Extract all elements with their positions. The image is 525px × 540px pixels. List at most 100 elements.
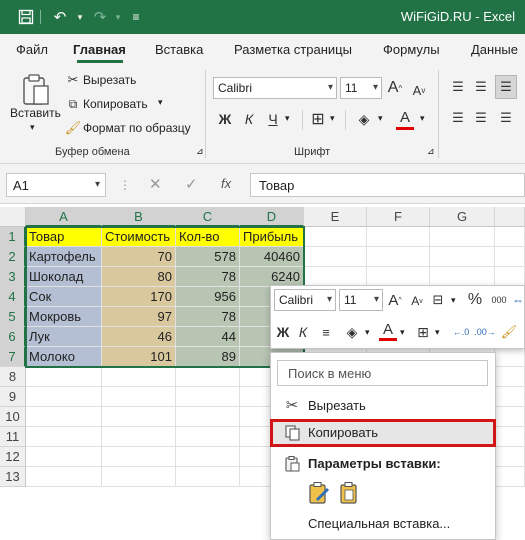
shrink-font-icon[interactable]: Av [410, 79, 428, 101]
name-box[interactable]: A1 ▾ [6, 173, 106, 197]
copy-icon[interactable]: ⧉ [66, 96, 80, 112]
row-header-11[interactable]: 11 [0, 427, 26, 447]
font-color-dropdown-icon[interactable]: ▾ [420, 113, 425, 124]
tab-formulas[interactable]: Формулы [383, 42, 440, 57]
cell[interactable] [176, 447, 240, 467]
cell[interactable] [430, 227, 495, 247]
column-header-b[interactable]: B [102, 207, 176, 227]
column-header-g[interactable]: G [430, 207, 495, 227]
column-header-partial[interactable] [495, 207, 525, 227]
cell[interactable]: Шоколад [26, 267, 102, 287]
redo-icon[interactable]: ↷ [90, 7, 110, 27]
underline-button[interactable]: Ч [264, 108, 282, 130]
mini-bold-button[interactable]: Ж [275, 322, 291, 342]
cell[interactable] [176, 467, 240, 487]
cell[interactable] [304, 247, 367, 267]
align-bottom-icon[interactable]: ☰ [495, 75, 517, 99]
cell[interactable] [102, 387, 176, 407]
align-middle-icon[interactable]: ☰ [472, 77, 490, 97]
cell[interactable] [176, 367, 240, 387]
column-header-f[interactable]: F [367, 207, 430, 227]
row-header-3[interactable]: 3 [0, 267, 26, 287]
cell[interactable] [26, 367, 102, 387]
tab-data[interactable]: Данные [471, 42, 518, 57]
row-header-1[interactable]: 1 [0, 227, 26, 247]
cell[interactable] [304, 227, 367, 247]
mini-shrink-font-icon[interactable]: Av [408, 291, 426, 311]
column-header-d[interactable]: D [240, 207, 304, 227]
column-header-e[interactable]: E [304, 207, 367, 227]
customize-toolbar-icon[interactable]: ≡ [126, 7, 146, 27]
cell[interactable] [367, 247, 430, 267]
cell[interactable] [495, 347, 525, 367]
cell[interactable]: 78 [176, 307, 240, 327]
tab-home[interactable]: Главная [73, 42, 126, 57]
cell[interactable]: 170 [102, 287, 176, 307]
cell[interactable] [176, 407, 240, 427]
cell[interactable] [495, 387, 525, 407]
paste-values-icon[interactable] [337, 481, 361, 505]
align-top-icon[interactable]: ☰ [449, 77, 467, 97]
mini-grow-font-icon[interactable]: A ^ [386, 290, 404, 310]
copy-dropdown-icon[interactable]: ▾ [158, 97, 163, 108]
row-header-9[interactable]: 9 [0, 387, 26, 407]
format-painter-icon[interactable]: 🖌 [65, 120, 82, 136]
cell[interactable] [26, 407, 102, 427]
formula-input[interactable]: Товар [250, 173, 525, 197]
fill-color-dropdown-icon[interactable]: ▾ [378, 113, 383, 124]
row-header-6[interactable]: 6 [0, 327, 26, 347]
mini-borders-icon[interactable]: ⊞ [414, 322, 432, 342]
cell[interactable] [430, 267, 495, 287]
row-header-13[interactable]: 13 [0, 467, 26, 487]
undo-dropdown-icon[interactable]: ▾ [70, 7, 90, 27]
tab-insert[interactable]: Вставка [155, 42, 203, 57]
row-header-4[interactable]: 4 [0, 287, 26, 307]
mini-fill-dropdown-icon[interactable]: ▾ [365, 327, 370, 338]
cell[interactable]: 46 [102, 327, 176, 347]
cell[interactable] [26, 467, 102, 487]
italic-button[interactable]: К [240, 108, 258, 130]
cell[interactable]: 44 [176, 327, 240, 347]
cell[interactable]: Молоко [26, 347, 102, 367]
cell[interactable] [495, 407, 525, 427]
cell[interactable] [102, 407, 176, 427]
mini-increase-decimal-icon[interactable]: ←.0 [451, 322, 471, 342]
mini-merge-icon[interactable]: ⇔ [511, 290, 525, 310]
cell[interactable] [26, 427, 102, 447]
cell[interactable] [495, 227, 525, 247]
enter-icon[interactable]: ✓ [185, 175, 198, 193]
font-size-combo[interactable]: 11 ▾ [340, 77, 382, 99]
cell[interactable] [495, 367, 525, 387]
cell[interactable] [367, 267, 430, 287]
cell[interactable] [430, 247, 495, 267]
cell[interactable]: 97 [102, 307, 176, 327]
align-center-icon[interactable]: ☰ [472, 108, 490, 128]
cut-button[interactable]: Вырезать [83, 73, 136, 87]
cell[interactable]: 578 [176, 247, 240, 267]
cell[interactable]: Сок [26, 287, 102, 307]
menu-item-cut[interactable]: ✂ Вырезать [271, 393, 495, 419]
cell[interactable] [26, 387, 102, 407]
cancel-icon[interactable]: ✕ [149, 175, 162, 193]
redo-dropdown-icon[interactable]: ▾ [108, 7, 128, 27]
format-painter-button[interactable]: Формат по образцу [83, 121, 191, 135]
align-right-icon[interactable]: ☰ [497, 108, 515, 128]
mini-decrease-decimal-icon[interactable]: .00→ [474, 322, 496, 342]
cell[interactable] [102, 367, 176, 387]
bold-button[interactable]: Ж [216, 108, 234, 130]
select-all-corner[interactable] [0, 207, 26, 227]
cell[interactable] [495, 467, 525, 487]
cell[interactable] [102, 447, 176, 467]
cell[interactable]: Лук [26, 327, 102, 347]
tab-page-layout[interactable]: Разметка страницы [234, 42, 352, 57]
mini-percent-button[interactable]: % [466, 289, 484, 311]
align-left-icon[interactable]: ☰ [449, 108, 467, 128]
save-icon[interactable] [16, 7, 36, 27]
tab-file[interactable]: Файл [16, 42, 48, 57]
cell[interactable] [495, 247, 525, 267]
cell[interactable]: Стоимость [102, 227, 176, 247]
cell[interactable]: Прибыль [240, 227, 304, 247]
cell[interactable]: Мокровь [26, 307, 102, 327]
cell[interactable]: 89 [176, 347, 240, 367]
mini-font-color-dropdown-icon[interactable]: ▾ [400, 327, 405, 338]
